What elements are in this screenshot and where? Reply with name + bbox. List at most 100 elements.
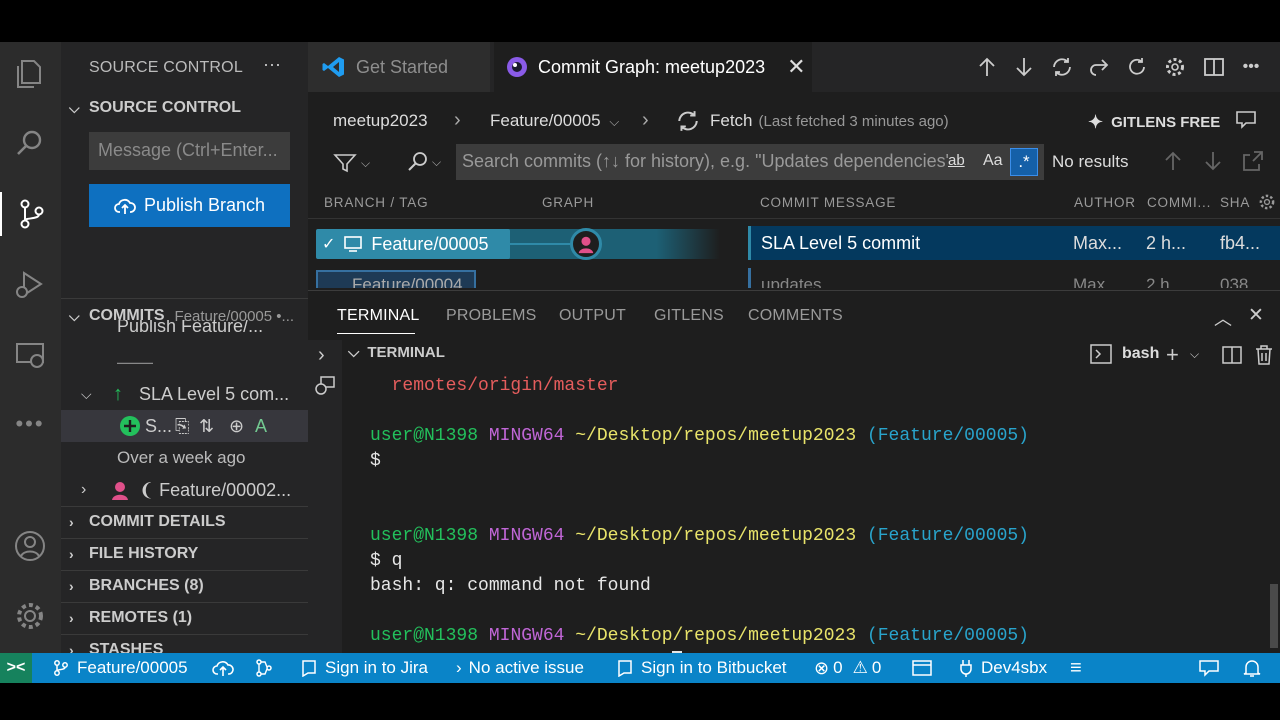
terminal-section-header[interactable]: ⌵ TERMINAL <box>348 344 445 361</box>
column-author[interactable]: AUTHOR <box>1074 195 1136 210</box>
search-icon[interactable] <box>8 122 52 166</box>
status-branch[interactable]: Feature/00005 <box>52 653 188 683</box>
terminal[interactable]: ⌵ TERMINAL bash + ⌵ remotes/origin/maste… <box>342 340 1280 674</box>
bitbucket-sign-in[interactable]: Sign in to Bitbucket <box>616 653 787 683</box>
new-terminal-icon[interactable]: + <box>1166 342 1179 368</box>
repo-breadcrumb[interactable]: meetup2023 <box>333 111 428 131</box>
tab-gitlens[interactable]: GITLENS <box>654 307 724 325</box>
list-item[interactable]: Publish Feature/... <box>61 320 308 342</box>
remote-indicator[interactable]: >< <box>0 653 32 683</box>
commit-row[interactable]: › ❨ Feature/00002... <box>61 474 308 506</box>
prompt-branch: (Feature/00005) <box>866 626 1029 646</box>
section-branches[interactable]: › BRANCHES (8) <box>61 570 308 602</box>
redo-icon[interactable] <box>1084 52 1114 82</box>
menu-icon[interactable]: ≡ <box>1070 653 1082 683</box>
branch-pill[interactable]: ✓ Feature/00005 <box>316 229 510 259</box>
accounts-icon[interactable] <box>8 524 52 568</box>
column-sha[interactable]: SHA <box>1220 195 1250 210</box>
sidebar-more-icon[interactable]: ··· <box>263 54 281 75</box>
tab-output[interactable]: OUTPUT <box>559 307 626 325</box>
commit-date: 2 h... <box>1146 233 1187 253</box>
close-panel-icon[interactable]: ✕ <box>1248 304 1264 327</box>
commit-sha: 038... <box>1220 275 1263 288</box>
tab-terminal[interactable]: TERMINAL <box>337 307 420 325</box>
graph-row[interactable]: Feature/00004 updates Max... 2 h... 038.… <box>308 266 1280 288</box>
feedback-icon[interactable] <box>1198 653 1220 683</box>
jira-sign-in[interactable]: Sign in to Jira <box>300 653 428 683</box>
filter-dropdown[interactable]: ⌵ <box>333 152 370 174</box>
settings-gear-icon[interactable] <box>8 594 52 638</box>
feedback-icon[interactable] <box>1234 108 1258 132</box>
terminal-text: bash: q: command not found <box>370 576 651 596</box>
avatar <box>109 479 139 501</box>
file-row[interactable]: S... ⎘ ⇅ ⊕ A <box>61 410 308 442</box>
commit-author: Max... <box>1073 233 1123 253</box>
gear-icon[interactable] <box>1160 52 1190 82</box>
chevron-up-icon[interactable]: ︿ <box>1214 305 1232 331</box>
column-commit-message[interactable]: COMMIT MESSAGE <box>760 195 896 210</box>
section-commit-details[interactable]: › COMMIT DETAILS <box>61 506 308 538</box>
open-in-view-icon[interactable] <box>1242 150 1264 172</box>
cloud-publish-icon[interactable] <box>212 653 234 683</box>
arrow-up-icon[interactable] <box>972 52 1002 82</box>
chevron-right-icon[interactable]: › <box>318 344 325 367</box>
compare-icon[interactable]: ⇅ <box>199 416 229 437</box>
column-graph[interactable]: GRAPH <box>542 195 594 210</box>
column-commit-date[interactable]: COMMI... <box>1147 195 1211 210</box>
commit-row[interactable]: ⌵ ↑ SLA Level 5 com... <box>61 378 308 410</box>
fetch-button[interactable]: Fetch (Last fetched 3 minutes ago) <box>676 109 949 133</box>
commit-message-input[interactable]: Message (Ctrl+Enter... <box>89 132 290 170</box>
arrow-down-icon[interactable] <box>1009 52 1039 82</box>
more-icon[interactable]: ••• <box>8 402 52 446</box>
section-file-history[interactable]: › FILE HISTORY <box>61 538 308 570</box>
profile-indicator[interactable]: Dev4sbx <box>958 653 1047 683</box>
run-debug-icon[interactable] <box>8 262 52 306</box>
trash-icon[interactable] <box>1254 344 1274 366</box>
tab-comments[interactable]: COMMENTS <box>748 307 843 325</box>
publish-branch-button[interactable]: Publish Branch <box>89 184 290 227</box>
tab-problems[interactable]: PROBLEMS <box>446 307 537 325</box>
split-editor-icon[interactable] <box>1199 52 1229 82</box>
source-control-icon[interactable] <box>0 192 61 236</box>
tab-get-started[interactable]: Get Started <box>308 42 490 92</box>
chevron-down-icon: ⌵ <box>609 114 620 129</box>
chevron-down-icon[interactable]: ⌵ <box>1190 347 1199 362</box>
terminal-tabs-icon[interactable] <box>314 374 336 396</box>
next-match-icon[interactable] <box>1202 150 1224 172</box>
layout-icon[interactable] <box>912 653 932 683</box>
close-icon[interactable]: ✕ <box>787 54 805 80</box>
terminal-shell-selector[interactable]: bash <box>1090 344 1159 364</box>
section-source-control[interactable]: ⌵ SOURCE CONTROL <box>61 92 308 124</box>
branch-breadcrumb[interactable]: Feature/00005 ⌵ <box>490 111 619 131</box>
more-actions-icon[interactable]: ••• <box>1236 52 1266 82</box>
explorer-icon[interactable] <box>8 52 52 96</box>
terminal-scrollbar[interactable] <box>1270 584 1278 648</box>
column-settings-icon[interactable] <box>1258 193 1276 211</box>
graph-icon[interactable] <box>254 653 274 683</box>
branch-pill[interactable]: Feature/00004 <box>316 270 476 288</box>
open-file-icon[interactable]: ⎘ <box>175 416 199 437</box>
match-whole-word-toggle[interactable]: ab <box>948 152 965 169</box>
sync-icon[interactable] <box>1047 52 1077 82</box>
commit-node-avatar[interactable] <box>570 228 602 260</box>
column-branch-tag[interactable]: BRANCH / TAG <box>324 195 428 210</box>
gitlens-free-badge[interactable]: ✦ GITLENS FREE <box>1088 112 1220 133</box>
refresh-icon[interactable] <box>1122 52 1152 82</box>
match-case-toggle[interactable]: Aa <box>983 152 1003 170</box>
globe-icon[interactable]: ⊕ <box>229 416 255 437</box>
section-remotes[interactable]: › REMOTES (1) <box>61 602 308 634</box>
remote-explorer-icon[interactable] <box>8 332 52 376</box>
regex-toggle[interactable]: .* <box>1010 148 1038 176</box>
graph-row-selected[interactable]: ✓ Feature/00005 SLA Level 5 commit Max..… <box>308 226 1280 260</box>
bell-icon[interactable] <box>1242 653 1262 683</box>
problems-indicator[interactable]: ⊗ 0 ⚠ 0 <box>814 653 881 683</box>
previous-match-icon[interactable] <box>1162 150 1184 172</box>
section-stashes[interactable]: › STASHES <box>61 634 308 653</box>
jira-issue[interactable]: › No active issue <box>456 653 584 683</box>
split-terminal-icon[interactable] <box>1222 345 1242 365</box>
tab-commit-graph[interactable]: Commit Graph: meetup2023 ✕ <box>494 42 812 92</box>
search-mode-dropdown[interactable]: ⌵ <box>406 150 441 174</box>
